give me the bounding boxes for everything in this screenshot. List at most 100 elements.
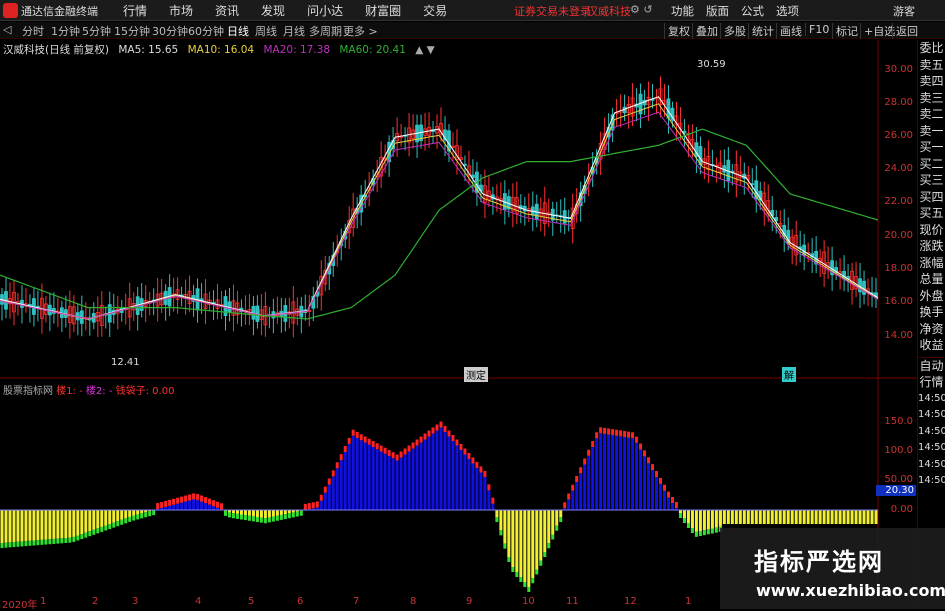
sidebar-item[interactable]: 卖五 (918, 57, 945, 74)
date-tick: 7 (353, 596, 360, 607)
tool-button[interactable]: 多股 (720, 23, 746, 39)
period-tab[interactable]: 15分钟 (114, 23, 150, 39)
tool-button[interactable]: F10 (805, 23, 829, 36)
sidebar-item[interactable]: 卖三 (918, 90, 945, 107)
sidebar-time: 14:50 (918, 425, 945, 437)
sidebar-item[interactable]: 买二 (918, 156, 945, 173)
login-warning[interactable]: 证券交易未登录 (514, 3, 591, 19)
date-tick: 2 (92, 596, 99, 607)
price-tick: 30.00 (884, 64, 913, 75)
indicator-line1: 楼1: - (56, 386, 83, 397)
menu-item[interactable]: 市场 (158, 2, 204, 19)
sidebar-item[interactable]: 涨跌 (918, 238, 945, 255)
sidebar-item[interactable]: 自动 (918, 358, 945, 375)
date-tick: 12 (624, 596, 637, 607)
sidebar-item[interactable]: 涨幅 (918, 255, 945, 272)
date-tick: 10 (522, 596, 535, 607)
sidebar-time: 14:50 (918, 392, 945, 404)
menu-item[interactable]: 发现 (250, 2, 296, 19)
sidebar-item[interactable]: 买四 (918, 189, 945, 206)
date-tick: 1 (40, 596, 47, 607)
indicator-legend: 股票指标网 楼1: - 楼2: - 钱袋子: 0.00 (3, 382, 174, 397)
date-tick: 1 (685, 596, 692, 607)
menu-item[interactable]: 问小达 (296, 2, 354, 19)
stock-name-top: 汉威科技 (587, 5, 631, 18)
period-tab[interactable]: 更多 > (343, 23, 378, 39)
sidebar-item[interactable]: 买三 (918, 172, 945, 189)
price-tick: 14.00 (884, 330, 913, 341)
tool-button[interactable]: 标记 (832, 23, 858, 39)
price-tick: 18.00 (884, 263, 913, 274)
sidebar-item[interactable]: 换手 (918, 304, 945, 321)
sidebar-item[interactable]: 买五 (918, 205, 945, 222)
ind-tick: 50.00 (884, 474, 913, 485)
guest-button[interactable]: 游客 (893, 3, 915, 19)
menu-item[interactable]: 行情 (112, 2, 158, 19)
event-marker[interactable]: 解 (782, 367, 796, 382)
sidebar-item[interactable]: 外盘 (918, 288, 945, 305)
price-tick: 26.00 (884, 130, 913, 141)
main-menu: 行情 市场 资讯 发现 问小达 财富圈 交易 (112, 2, 458, 19)
sidebar-item[interactable]: 总量 (918, 271, 945, 288)
sidebar-item[interactable]: 卖一 (918, 123, 945, 140)
sidebar-item[interactable]: 卖二 (918, 106, 945, 123)
price-tick: 22.00 (884, 196, 913, 207)
sidebar-item[interactable]: 行情 (918, 374, 945, 391)
candle-body (862, 280, 866, 295)
period-bar: ◁ 分时 1分钟 5分钟 15分钟 30分钟 60分钟 日线 周线 月线 多周期… (0, 22, 945, 39)
tool-button[interactable]: 复权 (664, 23, 690, 39)
period-tab[interactable]: 月线 (283, 23, 305, 39)
period-tab[interactable]: 5分钟 (82, 23, 111, 39)
ind-tick: 0.00 (890, 504, 913, 515)
tool-button[interactable]: 统计 (748, 23, 774, 39)
app-title: 通达信金融终端 (21, 5, 98, 18)
nav-prev-icon[interactable]: ◁ (3, 23, 11, 36)
period-tab[interactable]: 1分钟 (51, 23, 80, 39)
candle-body (666, 98, 671, 119)
sidebar-item[interactable]: 现价 (918, 222, 945, 239)
sidebar-time: 14:50 (918, 458, 945, 470)
indicator-name[interactable]: 股票指标网 (3, 386, 53, 397)
right-menu-item[interactable]: 选项 (770, 3, 805, 19)
period-tab-active[interactable]: 日线 (227, 23, 249, 39)
period-tab[interactable]: 周线 (255, 23, 277, 39)
menu-item[interactable]: 财富圈 (354, 2, 412, 19)
date-tick: 8 (410, 596, 417, 607)
ind-current-value: 20.30 (876, 485, 916, 496)
watermark: 指标严选网 www.xuezhibiao.com (720, 528, 945, 609)
right-menu-item[interactable]: 版面 (700, 3, 735, 19)
price-tick: 24.00 (884, 163, 913, 174)
price-tick: 16.00 (884, 296, 913, 307)
price-chart[interactable] (0, 40, 917, 596)
sidebar-time: 14:50 (918, 442, 945, 453)
sidebar-time: 14:50 (918, 409, 945, 420)
right-menu-item[interactable]: 公式 (735, 3, 770, 19)
price-tick: 28.00 (884, 97, 913, 108)
sidebar-item[interactable]: 委比 (918, 40, 945, 57)
high-label: 30.59 (697, 59, 726, 70)
period-tab[interactable]: 30分钟 (152, 23, 188, 39)
sidebar-item[interactable]: 净资 (918, 321, 945, 338)
period-tab[interactable]: 分时 (22, 23, 44, 39)
event-marker[interactable]: 测定 (464, 367, 488, 382)
settings-icon[interactable]: ⚙ ↺ (630, 3, 653, 16)
sidebar-item[interactable]: 卖四 (918, 73, 945, 90)
period-tab[interactable]: 60分钟 (188, 23, 224, 39)
date-tick: 5 (248, 596, 255, 607)
sidebar-item[interactable]: 买一 (918, 139, 945, 156)
tool-button[interactable]: 返回 (892, 23, 918, 39)
tool-button[interactable]: 画线 (776, 23, 802, 39)
ma5-line (0, 96, 879, 320)
indicator-line2: 楼2: - (85, 386, 113, 397)
indicator-line3: 钱袋子: 0.00 (115, 386, 175, 397)
app-logo-icon (3, 3, 18, 18)
menu-item[interactable]: 交易 (412, 2, 458, 19)
quote-sidebar: 委比 卖五 卖四 卖三 卖二 卖一 买一 买二 买三 买四 买五 现价 涨跌 涨… (917, 40, 945, 609)
period-tab[interactable]: 多周期 (309, 23, 342, 39)
menu-item[interactable]: 资讯 (204, 2, 250, 19)
tool-button[interactable]: +自选 (860, 23, 895, 39)
sidebar-item[interactable]: 收益 (918, 337, 945, 354)
tool-button[interactable]: 叠加 (692, 23, 718, 39)
right-menu-item[interactable]: 功能 (665, 3, 700, 19)
sidebar-time: 14:50 (918, 475, 945, 486)
